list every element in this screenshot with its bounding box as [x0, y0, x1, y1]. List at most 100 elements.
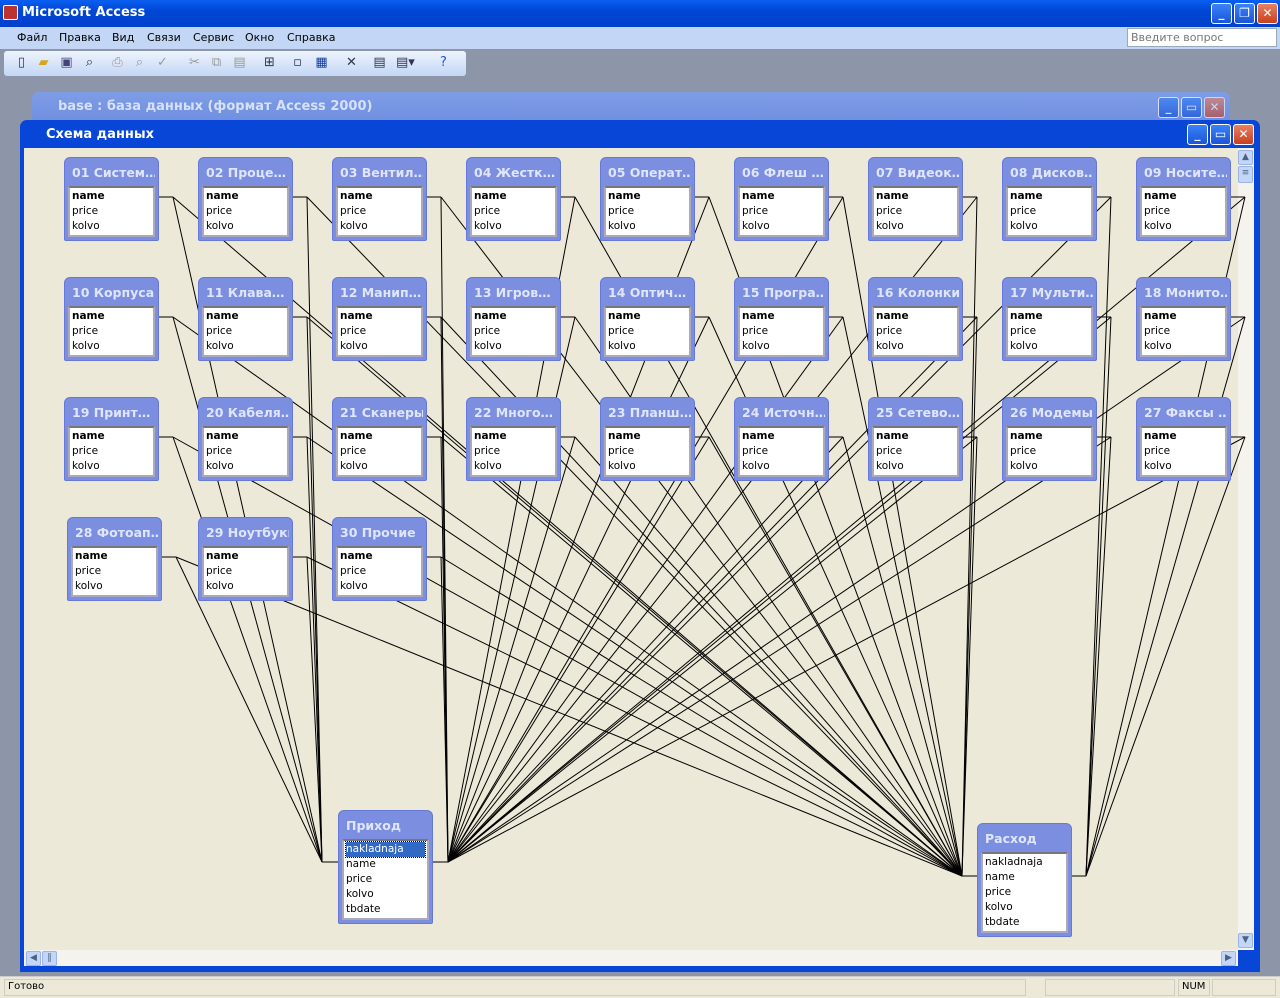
copy-icon[interactable]: ⧉: [209, 56, 224, 70]
restore-button[interactable]: ❐: [1234, 3, 1255, 24]
db-close-button[interactable]: ✕: [1204, 97, 1225, 118]
field-price[interactable]: price: [75, 564, 154, 579]
schema-minimize-button[interactable]: _: [1187, 124, 1208, 145]
field-kolvo[interactable]: kolvo: [340, 459, 419, 474]
field-price[interactable]: price: [876, 444, 955, 459]
field-kolvo[interactable]: kolvo: [608, 219, 687, 234]
table-card[interactable]: 09 Носите… name price kolvo: [1136, 157, 1231, 241]
spelling-icon[interactable]: ✓: [155, 56, 170, 70]
field-kolvo[interactable]: kolvo: [72, 219, 151, 234]
field-price[interactable]: price: [1010, 324, 1089, 339]
field-kolvo[interactable]: kolvo: [1010, 459, 1089, 474]
field-kolvo[interactable]: kolvo: [340, 579, 419, 594]
table-card[interactable]: 16 Колонки name price kolvo: [868, 277, 963, 361]
field-tbdate[interactable]: tbdate: [985, 915, 1064, 930]
field-name[interactable]: name: [474, 429, 553, 444]
table-card[interactable]: 28 Фотоап… name price kolvo: [67, 517, 162, 601]
field-price[interactable]: price: [206, 324, 285, 339]
field-name[interactable]: name: [876, 309, 955, 324]
field-name[interactable]: name: [876, 189, 955, 204]
menu-view[interactable]: Вид: [112, 31, 134, 44]
table-card[interactable]: 24 Источн… name price kolvo: [734, 397, 829, 481]
field-price[interactable]: price: [876, 204, 955, 219]
all-relations-icon[interactable]: ▦: [314, 56, 329, 70]
field-kolvo[interactable]: kolvo: [75, 579, 154, 594]
field-price[interactable]: price: [340, 324, 419, 339]
table-card[interactable]: 19 Принт… name price kolvo: [64, 397, 159, 481]
field-nakladnaja[interactable]: nakladnaja: [985, 855, 1064, 870]
field-price[interactable]: price: [985, 885, 1064, 900]
table-card[interactable]: 15 Програ… name price kolvo: [734, 277, 829, 361]
field-kolvo[interactable]: kolvo: [608, 459, 687, 474]
field-price[interactable]: price: [608, 324, 687, 339]
field-kolvo[interactable]: kolvo: [206, 579, 285, 594]
table-card[interactable]: 06 Флеш … name price kolvo: [734, 157, 829, 241]
menu-file[interactable]: Файл: [17, 31, 47, 44]
field-tbdate[interactable]: tbdate: [346, 902, 425, 917]
field-price[interactable]: price: [474, 444, 553, 459]
scroll-left-button[interactable]: ◀: [26, 951, 41, 966]
field-kolvo[interactable]: kolvo: [985, 900, 1064, 915]
menu-edit[interactable]: Правка: [59, 31, 101, 44]
schema-maximize-button[interactable]: ▭: [1210, 124, 1231, 145]
paste-icon[interactable]: ▤: [232, 56, 247, 70]
properties-icon[interactable]: ⌕: [82, 56, 97, 70]
field-kolvo[interactable]: kolvo: [1144, 339, 1223, 354]
field-name[interactable]: name: [72, 309, 151, 324]
table-card[interactable]: 29 Ноутбуки name price kolvo: [198, 517, 293, 601]
menu-tools[interactable]: Сервис: [193, 31, 234, 44]
field-price[interactable]: price: [1010, 204, 1089, 219]
field-kolvo[interactable]: kolvo: [340, 339, 419, 354]
field-price[interactable]: price: [742, 444, 821, 459]
field-name[interactable]: name: [1144, 189, 1223, 204]
field-name[interactable]: name: [340, 309, 419, 324]
field-kolvo[interactable]: kolvo: [608, 339, 687, 354]
schema-close-button[interactable]: ✕: [1233, 124, 1254, 145]
field-kolvo[interactable]: kolvo: [206, 219, 285, 234]
scroll-up-button[interactable]: ▲: [1238, 150, 1253, 165]
print-icon[interactable]: ⎙: [110, 56, 125, 70]
field-price[interactable]: price: [72, 444, 151, 459]
table-prihod[interactable]: Приход nakladnaja name price kolvo tbdat…: [338, 810, 433, 924]
field-price[interactable]: price: [1144, 444, 1223, 459]
table-card[interactable]: 21 Сканеры name price kolvo: [332, 397, 427, 481]
field-price[interactable]: price: [72, 204, 151, 219]
direct-relations-icon[interactable]: ▫: [290, 56, 305, 70]
table-card[interactable]: 27 Факсы … name price kolvo: [1136, 397, 1231, 481]
field-price[interactable]: price: [474, 204, 553, 219]
table-card[interactable]: 02 Проце… name price kolvo: [198, 157, 293, 241]
cut-icon[interactable]: ✂: [187, 56, 202, 70]
new-icon[interactable]: ▯: [14, 56, 29, 70]
table-card[interactable]: 26 Модемы name price kolvo: [1002, 397, 1097, 481]
field-price[interactable]: price: [742, 324, 821, 339]
field-name[interactable]: name: [346, 857, 425, 872]
field-name[interactable]: name: [75, 549, 154, 564]
field-name[interactable]: name: [474, 309, 553, 324]
field-price[interactable]: price: [206, 564, 285, 579]
field-name[interactable]: name: [1144, 429, 1223, 444]
field-kolvo[interactable]: kolvo: [474, 339, 553, 354]
field-nakladnaja[interactable]: nakladnaja: [345, 841, 426, 858]
vertical-scroll-thumb[interactable]: ≡: [1238, 166, 1253, 183]
field-price[interactable]: price: [742, 204, 821, 219]
table-card[interactable]: 10 Корпуса name price kolvo: [64, 277, 159, 361]
field-kolvo[interactable]: kolvo: [876, 339, 955, 354]
close-button[interactable]: ✕: [1257, 3, 1278, 24]
field-name[interactable]: name: [206, 309, 285, 324]
horizontal-scroll-thumb[interactable]: ‖: [42, 951, 57, 966]
table-card[interactable]: 14 Оптич… name price kolvo: [600, 277, 695, 361]
field-price[interactable]: price: [206, 204, 285, 219]
table-card[interactable]: 30 Прочие name price kolvo: [332, 517, 427, 601]
delete-icon[interactable]: ✕: [344, 56, 359, 70]
field-kolvo[interactable]: kolvo: [1010, 219, 1089, 234]
field-price[interactable]: price: [340, 204, 419, 219]
field-price[interactable]: price: [1144, 204, 1223, 219]
field-name[interactable]: name: [72, 429, 151, 444]
field-name[interactable]: name: [742, 189, 821, 204]
open-icon[interactable]: ▰: [36, 56, 51, 70]
field-name[interactable]: name: [1010, 189, 1089, 204]
field-kolvo[interactable]: kolvo: [742, 339, 821, 354]
field-price[interactable]: price: [876, 324, 955, 339]
field-name[interactable]: name: [608, 429, 687, 444]
database-window-icon[interactable]: ▤: [372, 56, 387, 70]
